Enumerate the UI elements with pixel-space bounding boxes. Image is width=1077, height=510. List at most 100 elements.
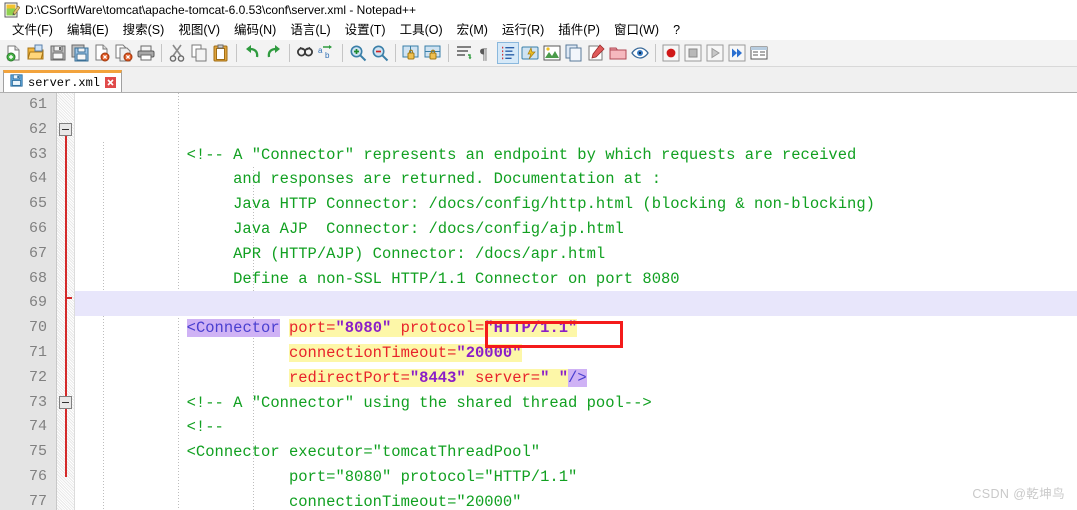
fold-line — [65, 124, 67, 477]
svg-text:a: a — [318, 46, 323, 55]
code-line-63[interactable]: and responses are returned. Documentatio… — [75, 143, 1077, 188]
menu-edit[interactable]: 编辑(E) — [60, 21, 116, 39]
user-defined-language-icon[interactable] — [519, 42, 541, 64]
close-tab-icon[interactable] — [105, 77, 117, 88]
code-content[interactable]: <!-- A "Connector" represents an endpoin… — [75, 93, 1077, 510]
line-number: 77 — [28, 492, 47, 510]
code-line-76[interactable]: connectionTimeout="20000" — [75, 465, 1077, 510]
menu-view[interactable]: 视图(V) — [171, 21, 227, 39]
menu-tools[interactable]: 工具(O) — [393, 21, 450, 39]
code-line-74[interactable]: <Connector executor="tomcatThreadPool" — [75, 415, 1077, 461]
stop-recording-icon[interactable] — [682, 42, 704, 64]
line-number: 74 — [28, 418, 47, 436]
document-map-icon[interactable] — [541, 42, 563, 64]
line-number: 68 — [28, 269, 47, 287]
paste-icon[interactable] — [210, 42, 232, 64]
folder-as-workspace-icon[interactable] — [607, 42, 629, 64]
code-line-70[interactable]: connectionTimeout="20000" — [75, 316, 1077, 362]
open-file-icon[interactable] — [25, 42, 47, 64]
toolbar-separator — [289, 44, 290, 62]
sync-horizontal-scroll-icon[interactable] — [422, 42, 444, 64]
record-macro-icon[interactable] — [660, 42, 682, 64]
replace-icon[interactable]: ab — [316, 42, 338, 64]
line-number: 63 — [28, 145, 47, 163]
run-macro-multiple-icon[interactable] — [726, 42, 748, 64]
menu-file[interactable]: 文件(F) — [5, 21, 60, 39]
menu-plugins[interactable]: 插件(P) — [551, 21, 607, 39]
undo-icon[interactable] — [241, 42, 263, 64]
indent-guide-icon[interactable] — [497, 42, 519, 64]
function-list-icon[interactable] — [585, 42, 607, 64]
menu-window[interactable]: 窗口(W) — [607, 21, 666, 39]
line-number: 66 — [28, 219, 47, 237]
line-number: 65 — [28, 195, 47, 213]
line-number: 61 — [28, 96, 47, 113]
svg-text:b: b — [325, 51, 330, 60]
code-line-67[interactable]: Define a non-SSL HTTP/1.1 Connector on p… — [75, 242, 1077, 288]
line-number: 75 — [28, 443, 47, 461]
save-icon-blue — [10, 73, 23, 92]
toolbar-separator — [395, 44, 396, 62]
zoom-out-icon[interactable] — [369, 42, 391, 64]
copy-icon[interactable] — [188, 42, 210, 64]
code-line-66[interactable]: APR (HTTP/AJP) Connector: /docs/apr.html — [75, 217, 1077, 263]
code-line-77[interactable]: redirectPort="8443" /> — [75, 490, 1077, 510]
code-line-61[interactable] — [75, 93, 1077, 118]
code-line-75[interactable]: port="8080" protocol="HTTP/1.1" — [75, 440, 1077, 486]
code-line-71[interactable]: redirectPort="8443" server=" "/> — [75, 341, 1077, 387]
save-icon[interactable] — [47, 42, 69, 64]
zoom-in-icon[interactable] — [347, 42, 369, 64]
svg-text:¶: ¶ — [480, 46, 488, 62]
document-list-icon[interactable] — [563, 42, 585, 64]
toolbar-separator — [236, 44, 237, 62]
watermark: CSDN @乾坤鸟 — [972, 487, 1065, 501]
fold-marker-line-62[interactable] — [59, 123, 72, 136]
toolbar-separator — [161, 44, 162, 62]
run-icon[interactable] — [748, 42, 770, 64]
monitoring-icon[interactable] — [629, 42, 651, 64]
menu-help[interactable]: ? — [666, 21, 687, 39]
code-line-73[interactable]: <!-- — [75, 391, 1077, 436]
find-icon[interactable] — [294, 42, 316, 64]
code-line-69[interactable]: <Connector port="8080" protocol="HTTP/1.… — [75, 291, 1077, 338]
cut-icon[interactable] — [166, 42, 188, 64]
code-line-64[interactable]: Java HTTP Connector: /docs/config/http.h… — [75, 167, 1077, 213]
close-all-files-icon[interactable] — [113, 42, 135, 64]
line-number-gutter: 61 62 63 64 65 66 67 68 69 70 71 72 73 7… — [0, 93, 57, 510]
code-line-65[interactable]: Java AJP Connector: /docs/config/ajp.htm… — [75, 192, 1077, 238]
toolbar[interactable]: ab ¶ — [0, 40, 1077, 67]
fold-margin[interactable] — [57, 93, 75, 510]
word-wrap-icon[interactable] — [453, 42, 475, 64]
redo-icon[interactable] — [263, 42, 285, 64]
code-line-72[interactable]: <!-- A "Connector" using the shared thre… — [75, 366, 1077, 412]
play-macro-icon[interactable] — [704, 42, 726, 64]
menu-macro[interactable]: 宏(M) — [450, 21, 495, 39]
code-line-62[interactable]: <!-- A "Connector" represents an endpoin… — [75, 118, 1077, 164]
notepad-plus-plus-window: D:\CSorftWare\tomcat\apache-tomcat-6.0.5… — [0, 0, 1077, 510]
line-number: 69 — [28, 294, 47, 312]
show-all-characters-icon[interactable]: ¶ — [475, 42, 497, 64]
menu-settings[interactable]: 设置(T) — [338, 21, 393, 39]
menu-search[interactable]: 搜索(S) — [116, 21, 172, 39]
line-number: 67 — [28, 244, 47, 262]
sync-vertical-scroll-icon[interactable] — [400, 42, 422, 64]
save-all-icon[interactable] — [69, 42, 91, 64]
code-line-68[interactable]: --> — [75, 267, 1077, 312]
editor-area[interactable]: 61 62 63 64 65 66 67 68 69 70 71 72 73 7… — [0, 93, 1077, 510]
print-icon[interactable] — [135, 42, 157, 64]
tab-bar[interactable]: server.xml — [0, 67, 1077, 93]
line-number: 62 — [28, 120, 47, 138]
line-number: 64 — [28, 170, 47, 188]
close-file-icon[interactable] — [91, 42, 113, 64]
menu-encoding[interactable]: 编码(N) — [227, 21, 283, 39]
tab-label: server.xml — [28, 75, 101, 90]
line-number: 71 — [28, 343, 47, 361]
menu-bar[interactable]: 文件(F) 编辑(E) 搜索(S) 视图(V) 编码(N) 语言(L) 设置(T… — [0, 19, 1077, 40]
new-file-icon[interactable] — [3, 42, 25, 64]
fold-marker-line-73[interactable] — [59, 396, 72, 409]
tab-server-xml[interactable]: server.xml — [3, 70, 123, 92]
menu-language[interactable]: 语言(L) — [283, 21, 337, 39]
fold-end-tick-line-68 — [65, 297, 72, 299]
line-number: 72 — [28, 368, 47, 386]
menu-run[interactable]: 运行(R) — [495, 21, 551, 39]
